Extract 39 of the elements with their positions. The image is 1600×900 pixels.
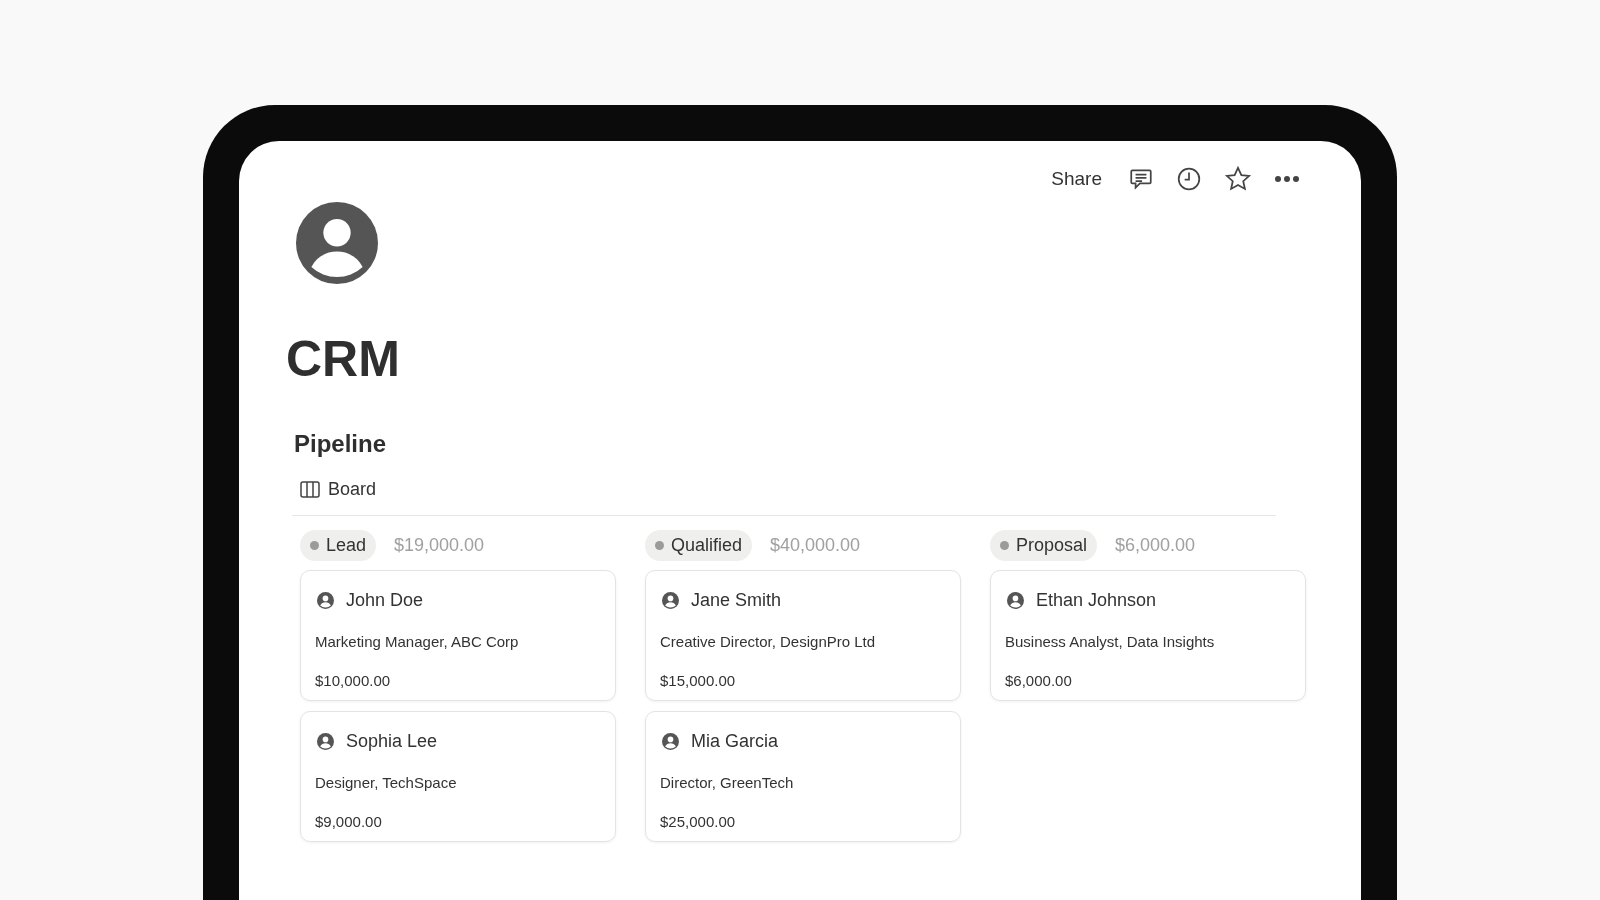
status-tag: Qualified [645,530,753,561]
person-icon [1007,591,1024,609]
deal-amount: $25,000.00 [660,812,736,832]
deal-amount: $15,000.00 [660,671,736,691]
status-tag: Proposal [990,530,1098,561]
person-icon [662,591,679,609]
column-total: $19,000.00 [394,534,485,557]
page-title: CRM [286,333,400,384]
contact-card[interactable]: Mia Garcia Director, GreenTech $25,000.00 [645,710,961,842]
board-view-tab[interactable]: Board [300,475,377,503]
column-total: $40,000.00 [770,534,861,557]
contact-role: Business Analyst, Data Insights [1005,631,1215,652]
contact-name: Mia Garcia [691,729,779,753]
contact-card[interactable]: Sophia Lee Designer, TechSpace $9,000.00 [300,710,616,842]
contact-name: John Doe [346,588,424,612]
contact-role: Director, GreenTech [660,772,794,793]
contact-role: Creative Director, DesignPro Ltd [660,631,876,652]
person-icon [317,732,334,750]
status-tag: Lead [300,530,377,561]
contact-card[interactable]: Jane Smith Creative Director, DesignPro Ltd $15,000.00 [645,569,961,701]
person-icon [317,591,334,609]
clock-icon[interactable] [1176,166,1202,193]
board-icon [300,480,320,498]
column-total: $6,000.00 [1115,534,1196,557]
contact-role: Marketing Manager, ABC Corp [315,631,519,652]
contact-name: Ethan Johnson [1036,588,1157,612]
deal-amount: $9,000.00 [315,812,382,832]
page-avatar-icon [296,201,378,284]
share-button[interactable]: Share [1047,165,1106,194]
contact-card[interactable]: Ethan Johnson Business Analyst, Data Insights $6,000.00 [990,569,1306,701]
contact-name: Jane Smith [691,588,782,612]
person-icon [662,732,679,750]
section-title: Pipeline [294,428,387,459]
contact-card[interactable]: John Doe Marketing Manager, ABC Corp $10,000.00 [300,569,616,701]
more-icon[interactable] [1274,175,1300,184]
contact-name: Sophia Lee [346,729,438,753]
deal-amount: $10,000.00 [315,671,391,691]
contact-role: Designer, TechSpace [315,772,457,793]
deal-amount: $6,000.00 [1005,671,1072,691]
